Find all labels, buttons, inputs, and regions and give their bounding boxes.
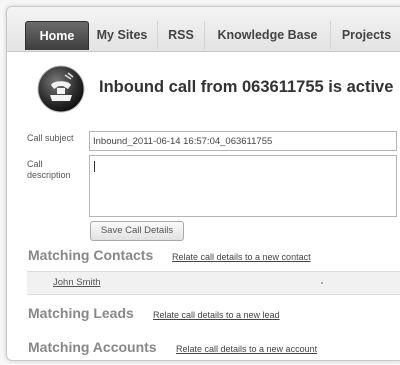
phone-icon xyxy=(37,65,85,113)
matching-accounts-heading: Matching Accounts xyxy=(28,339,157,355)
relate-new-contact-link[interactable]: Relate call details to a new contact xyxy=(172,252,311,262)
call-description-textarea[interactable] xyxy=(89,155,397,217)
call-panel: Home My Sites RSS Knowledge Base Project… xyxy=(6,6,400,361)
tab-projects[interactable]: Projects xyxy=(330,21,400,49)
call-subject-label: Call subject xyxy=(27,133,74,143)
matching-contacts-heading: Matching Contacts xyxy=(28,247,154,263)
contact-row: John Smith xyxy=(27,271,400,295)
tab-rss[interactable]: RSS xyxy=(157,21,204,49)
tab-my-sites[interactable]: My Sites xyxy=(88,21,156,49)
relate-new-lead-link[interactable]: Relate call details to a new lead xyxy=(153,310,280,320)
tab-bar: Home My Sites RSS Knowledge Base Project… xyxy=(7,7,400,52)
call-subject-input[interactable]: Inbound_2011-06-14 16:57:04_063611755 xyxy=(89,131,397,151)
tab-knowledge-base[interactable]: Knowledge Base xyxy=(204,21,330,49)
tab-home[interactable]: Home xyxy=(25,21,89,50)
call-description-label: Call description xyxy=(27,159,71,180)
call-status-headline: Inbound call from 063611755 is active xyxy=(99,78,394,96)
save-call-details-button[interactable]: Save Call Details xyxy=(90,221,184,241)
contact-name-link[interactable]: John Smith xyxy=(53,277,101,288)
matching-leads-heading: Matching Leads xyxy=(28,305,134,321)
row-marker xyxy=(321,282,323,284)
relate-new-account-link[interactable]: Relate call details to a new account xyxy=(176,344,317,354)
text-caret xyxy=(94,161,95,172)
